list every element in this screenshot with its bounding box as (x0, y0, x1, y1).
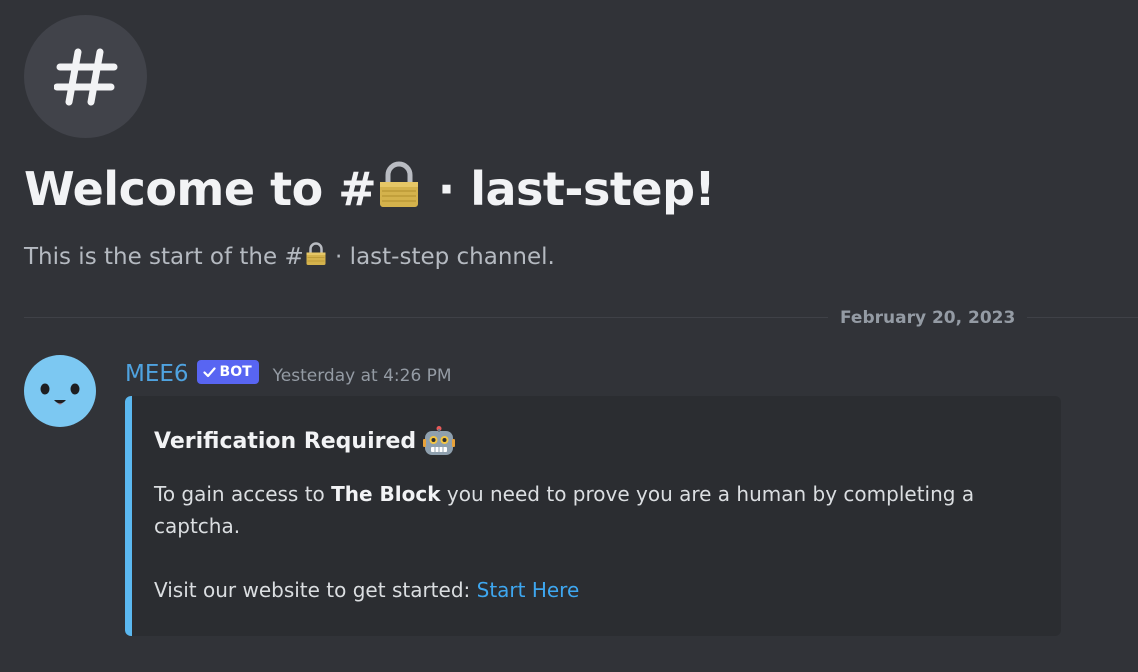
smiley-face-icon (40, 383, 80, 405)
channel-start-text: This is the start of the # · last-step c… (24, 240, 555, 276)
embed-title: Verification Required (154, 424, 456, 460)
checkmark-icon (202, 366, 216, 377)
date-divider: February 20, 2023 (828, 306, 1028, 330)
author-name[interactable]: MEE6 (125, 361, 189, 387)
start-suffix: · last-step channel. (327, 244, 555, 270)
embed-visit-text: Visit our website to get started: (154, 578, 477, 602)
start-prefix: This is the start of the # (24, 244, 304, 270)
lock-icon (304, 242, 328, 276)
embed-title-text: Verification Required (154, 429, 417, 454)
bot-badge: BOT (196, 360, 259, 384)
embed-description: To gain access to The Block you need to … (154, 478, 1034, 606)
welcome-suffix: · last-step! (422, 162, 716, 216)
message-timestamp[interactable]: Yesterday at 4:26 PM (273, 366, 452, 386)
message-embed: Verification Required To gain access to … (125, 396, 1061, 636)
welcome-prefix: Welcome to # (24, 162, 377, 216)
lock-icon (376, 160, 422, 226)
message-header: MEE6 BOT Yesterday at 4:26 PM (125, 357, 452, 391)
welcome-heading: Welcome to # · last-step! (24, 156, 715, 226)
robot-icon (423, 426, 456, 455)
start-here-link[interactable]: Start Here (477, 578, 580, 602)
embed-desc-prefix: To gain access to (154, 482, 332, 506)
embed-server-name: The Block (331, 482, 441, 506)
embed-visit-paragraph: Visit our website to get started: Start … (154, 574, 1034, 606)
embed-accent-bar (125, 396, 132, 636)
avatar[interactable] (24, 355, 96, 427)
channel-hash-avatar (24, 15, 147, 138)
bot-badge-label: BOT (219, 364, 252, 380)
embed-description-paragraph: To gain access to The Block you need to … (154, 478, 1034, 542)
hash-icon (53, 48, 117, 105)
